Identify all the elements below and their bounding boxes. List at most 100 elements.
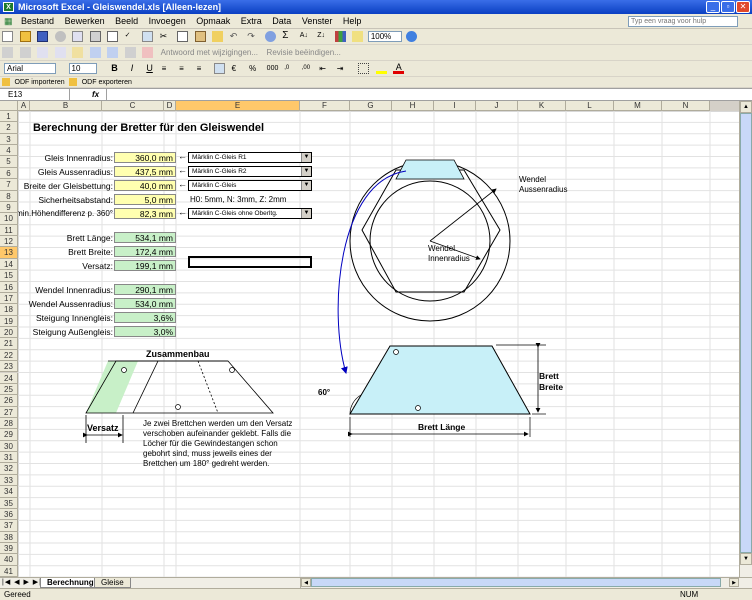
- align-center-icon[interactable]: ≡: [179, 63, 190, 74]
- redo-icon[interactable]: ↷: [247, 31, 258, 42]
- increase-indent-icon[interactable]: ⇥: [337, 63, 348, 74]
- close-button[interactable]: ✕: [736, 1, 750, 13]
- row-header-30[interactable]: 30: [0, 440, 18, 453]
- column-header-a[interactable]: A: [18, 101, 30, 111]
- row-header-8[interactable]: 8: [0, 190, 18, 202]
- row-header-16[interactable]: 16: [0, 281, 18, 293]
- underline-icon[interactable]: U: [144, 63, 155, 74]
- borders-icon[interactable]: [358, 63, 370, 74]
- review-icon-7[interactable]: [107, 47, 119, 58]
- email-icon[interactable]: [72, 31, 84, 42]
- column-header-m[interactable]: M: [614, 101, 662, 111]
- column-header-f[interactable]: F: [300, 101, 350, 111]
- zoom-select[interactable]: 100%: [367, 31, 402, 42]
- percent-icon[interactable]: %: [249, 63, 260, 74]
- column-header-h[interactable]: H: [392, 101, 434, 111]
- new-icon[interactable]: [2, 31, 13, 42]
- row-header-2[interactable]: 2: [0, 122, 18, 134]
- drawing-icon[interactable]: [352, 31, 364, 42]
- scroll-down-icon[interactable]: ▼: [740, 553, 752, 565]
- print-icon[interactable]: [89, 31, 101, 42]
- row-header-27[interactable]: 27: [0, 406, 18, 418]
- odf-import-button[interactable]: ODF importeren: [15, 79, 65, 86]
- review-icon-2[interactable]: [19, 47, 31, 58]
- review-icon-4[interactable]: [54, 47, 66, 58]
- sort-ascending-icon[interactable]: A↓: [300, 31, 311, 42]
- column-header-e[interactable]: E: [176, 101, 300, 111]
- row-header-36[interactable]: 36: [0, 508, 18, 521]
- tab-gleise[interactable]: Gleise: [94, 578, 131, 588]
- column-header-d[interactable]: D: [164, 101, 176, 111]
- row-header-4[interactable]: 4: [0, 145, 18, 157]
- menu-help[interactable]: Help: [339, 14, 366, 29]
- row-header-20[interactable]: 20: [0, 327, 18, 339]
- fx-icon[interactable]: fx: [92, 89, 99, 100]
- reply-with-changes-button[interactable]: Antwoord met wijzigingen...: [161, 45, 258, 61]
- row-header-35[interactable]: 35: [0, 497, 18, 509]
- row-header-9[interactable]: 9: [0, 201, 18, 214]
- row-header-29[interactable]: 29: [0, 429, 18, 441]
- currency-icon[interactable]: €: [232, 63, 243, 74]
- row-header-19[interactable]: 19: [0, 315, 18, 328]
- row-header-40[interactable]: 40: [0, 554, 18, 566]
- research-icon[interactable]: [142, 31, 154, 42]
- decrease-decimal-icon[interactable]: ,00: [302, 63, 313, 74]
- row-header-38[interactable]: 38: [0, 531, 18, 544]
- column-header-g[interactable]: G: [350, 101, 392, 111]
- row-header-12[interactable]: 12: [0, 236, 18, 248]
- hyperlink-icon[interactable]: [264, 31, 276, 42]
- name-box[interactable]: E13: [0, 89, 70, 100]
- review-icon-1[interactable]: [2, 47, 13, 58]
- row-header-3[interactable]: 3: [0, 133, 18, 146]
- odf-export-button[interactable]: ODF exporteren: [82, 79, 132, 86]
- menu-data[interactable]: Data: [268, 14, 295, 29]
- scroll-thumb[interactable]: [740, 113, 752, 553]
- odf-import-icon[interactable]: [2, 78, 10, 86]
- row-header-26[interactable]: 26: [0, 395, 18, 407]
- row-header-28[interactable]: 28: [0, 417, 18, 430]
- row-header-14[interactable]: 14: [0, 258, 18, 271]
- align-left-icon[interactable]: ≡: [162, 63, 173, 74]
- spelling-icon[interactable]: ✓: [125, 31, 136, 42]
- copy-icon[interactable]: [177, 31, 189, 42]
- row-header-7[interactable]: 7: [0, 179, 18, 191]
- menu-invoegen[interactable]: Invoegen: [145, 14, 190, 29]
- review-icon-3[interactable]: [37, 47, 49, 58]
- chart-wizard-icon[interactable]: [334, 31, 346, 42]
- row-header-6[interactable]: 6: [0, 167, 18, 180]
- row-header-25[interactable]: 25: [0, 383, 18, 396]
- increase-decimal-icon[interactable]: ,0: [284, 63, 295, 74]
- undo-icon[interactable]: ↶: [230, 31, 241, 42]
- hscroll-thumb[interactable]: [311, 578, 721, 587]
- scroll-left-icon[interactable]: ◀: [301, 578, 311, 587]
- format-painter-icon[interactable]: [212, 31, 224, 42]
- thousands-icon[interactable]: 000: [267, 63, 279, 74]
- row-header-13[interactable]: 13: [0, 247, 18, 259]
- maximize-button[interactable]: ▫: [721, 1, 735, 13]
- menu-extra[interactable]: Extra: [237, 14, 266, 29]
- open-icon[interactable]: [19, 31, 31, 42]
- minimize-button[interactable]: _: [706, 1, 720, 13]
- row-header-39[interactable]: 39: [0, 543, 18, 555]
- permission-icon[interactable]: [54, 31, 66, 42]
- row-header-41[interactable]: 41: [0, 565, 18, 578]
- row-header-18[interactable]: 18: [0, 304, 18, 316]
- font-color-icon[interactable]: A: [393, 63, 405, 74]
- row-header-22[interactable]: 22: [0, 349, 18, 362]
- tab-nav-icons[interactable]: |◀ ◀ ▶ ▶|: [2, 578, 42, 586]
- scroll-right-icon[interactable]: ▶: [729, 578, 739, 587]
- column-header-c[interactable]: C: [102, 101, 164, 111]
- formula-input[interactable]: [106, 89, 746, 100]
- help-icon[interactable]: [406, 31, 418, 42]
- merge-center-icon[interactable]: [214, 63, 226, 74]
- bold-icon[interactable]: B: [109, 63, 120, 74]
- scroll-up-icon[interactable]: ▲: [740, 101, 752, 113]
- row-header-24[interactable]: 24: [0, 372, 18, 384]
- review-icon-6[interactable]: [89, 47, 101, 58]
- menu-venster[interactable]: Venster: [298, 14, 337, 29]
- menu-beeld[interactable]: Beeld: [111, 14, 142, 29]
- row-header-31[interactable]: 31: [0, 452, 18, 464]
- menu-bestand[interactable]: Bestand: [17, 14, 58, 29]
- column-header-i[interactable]: I: [434, 101, 476, 111]
- menu-bewerken[interactable]: Bewerken: [61, 14, 109, 29]
